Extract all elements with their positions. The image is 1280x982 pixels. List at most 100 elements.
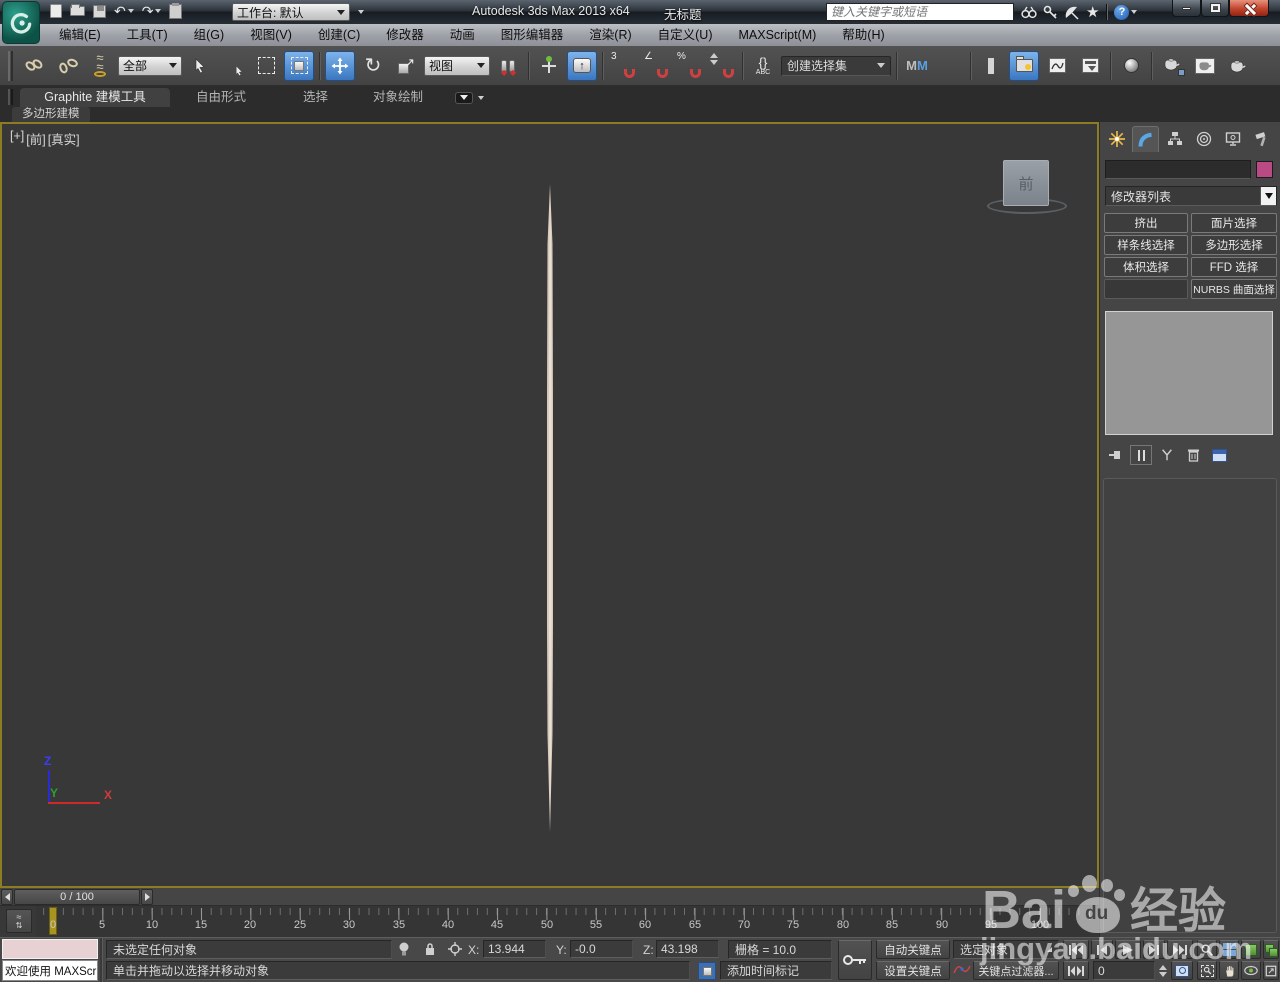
go-to-end-button[interactable]: [1167, 940, 1193, 959]
configure-modifier-sets-button[interactable]: [1208, 445, 1230, 465]
align-button[interactable]: [935, 51, 965, 81]
maximize-viewport-toggle[interactable]: [1263, 961, 1279, 980]
add-time-tag-field[interactable]: 添加时间标记: [720, 961, 832, 980]
selection-lock-toggle[interactable]: [424, 942, 436, 959]
zoom-extents-button[interactable]: [1241, 940, 1261, 959]
tab-modify[interactable]: [1132, 126, 1159, 152]
edit-named-selection-sets-button[interactable]: {} ABC: [748, 51, 778, 81]
frame-spinner[interactable]: [1157, 962, 1168, 979]
reference-coordsys-dropdown[interactable]: 视图: [424, 55, 490, 76]
menu-modifiers[interactable]: 修改器: [373, 24, 437, 46]
mini-curve-editor-button[interactable]: ≈ ⇅: [6, 909, 32, 933]
listener-splitter[interactable]: [100, 938, 103, 982]
ribbon-tab-selection[interactable]: 选择: [285, 88, 346, 107]
menu-edit[interactable]: 编辑(E): [46, 24, 114, 46]
front-viewport[interactable]: [+] [前] [真实] 前 Z X Y: [0, 122, 1099, 888]
time-slider-track[interactable]: 0 / 100: [0, 888, 1099, 906]
modifier-stack-list[interactable]: [1105, 311, 1273, 435]
material-editor-button[interactable]: [1116, 51, 1146, 81]
viewcube-cube[interactable]: 前: [1003, 160, 1049, 206]
menu-views[interactable]: 视图(V): [237, 24, 305, 46]
orbit-view-button[interactable]: [1241, 961, 1261, 980]
go-to-start-button[interactable]: [1063, 940, 1089, 959]
spinner-snap-toggle[interactable]: [707, 51, 737, 81]
modifier-button-nurbs-select[interactable]: NURBS 曲面选择: [1191, 279, 1277, 299]
help-button[interactable]: ?: [1114, 2, 1138, 22]
new-file-button[interactable]: [50, 2, 62, 20]
menu-rendering[interactable]: 渲染(R): [576, 24, 644, 46]
set-key-toggle[interactable]: 设置关键点: [876, 961, 950, 980]
spline-object[interactable]: [543, 184, 557, 834]
ribbon-tab-freeform[interactable]: 自由形式: [178, 88, 264, 107]
ribbon-subtab-poly-modeling[interactable]: 多边形建模: [12, 107, 90, 122]
angle-snap-toggle[interactable]: ∠: [641, 51, 671, 81]
show-end-result-toggle[interactable]: [1130, 445, 1152, 465]
select-by-name-button[interactable]: [218, 51, 248, 81]
modifier-button-ffd-select[interactable]: FFD 选择: [1191, 257, 1277, 277]
current-frame-input[interactable]: [1098, 963, 1150, 978]
curve-editor-button[interactable]: [1042, 51, 1072, 81]
zoom-all-button[interactable]: [1219, 940, 1239, 959]
layer-manager-button[interactable]: [976, 51, 1006, 81]
tab-utilities[interactable]: [1248, 126, 1275, 152]
workspace-selector[interactable]: 工作台: 默认: [232, 3, 350, 21]
modifier-button-spline-select[interactable]: 样条线选择: [1104, 235, 1188, 255]
rectangular-selection-region-button[interactable]: [251, 51, 281, 81]
menu-tools[interactable]: 工具(T): [114, 24, 181, 46]
play-animation-button[interactable]: [1115, 940, 1141, 959]
tab-display[interactable]: [1219, 126, 1246, 152]
time-slider-handle[interactable]: 0 / 100: [14, 889, 140, 905]
favorites-button[interactable]: ★: [1086, 2, 1099, 22]
modifier-button-vol-select[interactable]: 体积选择: [1104, 257, 1188, 277]
viewport-menu-pov[interactable]: [前]: [26, 129, 45, 148]
ribbon-minimize-button[interactable]: [455, 90, 489, 105]
mirror-button[interactable]: MM: [902, 51, 932, 81]
redo-button[interactable]: ↷: [142, 2, 162, 20]
zoom-extents-all-button[interactable]: [1263, 940, 1279, 959]
key-filters-curve-button[interactable]: [953, 962, 971, 979]
communication-center-button[interactable]: [1064, 2, 1080, 22]
bind-to-space-warp-button[interactable]: ≈ ≈: [85, 51, 115, 81]
menu-animation[interactable]: 动画: [437, 24, 488, 46]
minimize-button[interactable]: [1172, 0, 1201, 17]
render-setup-button[interactable]: [1157, 51, 1187, 81]
close-button[interactable]: [1229, 0, 1269, 17]
use-pivot-point-button[interactable]: ◆ ◆: [493, 51, 523, 81]
named-selection-sets-dropdown[interactable]: 创建选择集: [781, 55, 891, 76]
modifier-list-dropdown[interactable]: 修改器列表: [1105, 186, 1277, 206]
modifier-button-empty[interactable]: [1104, 279, 1188, 299]
ribbon-drag-handle[interactable]: [8, 89, 13, 105]
menu-create[interactable]: 创建(C): [305, 24, 373, 46]
select-and-move-button[interactable]: [325, 50, 355, 81]
menu-customize[interactable]: 自定义(U): [645, 24, 726, 46]
save-file-button[interactable]: [93, 2, 106, 20]
time-configuration-button[interactable]: [1171, 961, 1193, 980]
selection-lock-hint[interactable]: [398, 941, 410, 960]
subscription-button[interactable]: [1043, 2, 1058, 22]
select-and-rotate-button[interactable]: ↻: [358, 51, 388, 81]
graphite-ribbon-toggle[interactable]: [1009, 50, 1039, 81]
object-color-swatch[interactable]: [1256, 161, 1273, 178]
maximize-button[interactable]: [1201, 0, 1229, 17]
modifier-button-patch-select[interactable]: 面片选择: [1191, 213, 1277, 233]
set-keys-button[interactable]: [838, 940, 872, 980]
selection-filter-dropdown[interactable]: 全部: [118, 55, 182, 76]
absolute-offset-mode-toggle[interactable]: [447, 941, 463, 960]
pan-view-button[interactable]: [1219, 961, 1239, 980]
select-and-scale-button[interactable]: ↗: [391, 51, 421, 81]
snaps-toggle-3d[interactable]: 3: [608, 51, 638, 81]
undo-button[interactable]: ↶: [114, 2, 134, 20]
object-name-input[interactable]: [1106, 161, 1250, 178]
help-dropdown-caret[interactable]: [1131, 10, 1138, 14]
select-and-manipulate-button[interactable]: [534, 51, 564, 81]
viewport-menu-general[interactable]: [+]: [10, 129, 24, 148]
search-input[interactable]: [827, 4, 1013, 20]
track-bar-ruler[interactable]: 0 5 10 15 20 25 30 35 40 45 50 55 60 65 …: [36, 906, 1098, 937]
x-coord-input[interactable]: [488, 942, 541, 956]
project-folder-button[interactable]: [169, 2, 183, 20]
select-object-button[interactable]: [185, 51, 215, 81]
menu-help[interactable]: 帮助(H): [829, 24, 897, 46]
previous-frame-arrow[interactable]: [1, 889, 13, 905]
maxscript-macro-recorder[interactable]: [2, 939, 98, 959]
undo-dropdown-caret[interactable]: [127, 9, 134, 13]
